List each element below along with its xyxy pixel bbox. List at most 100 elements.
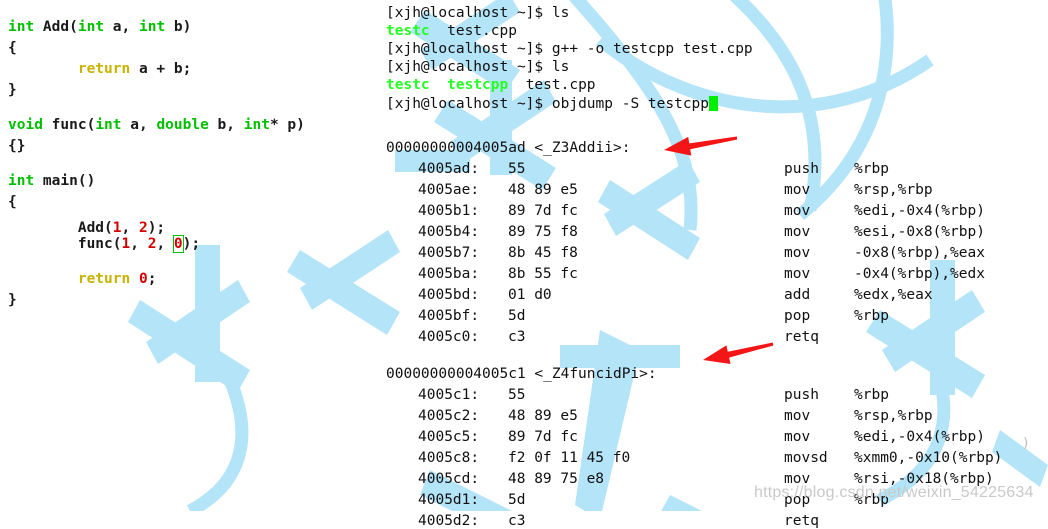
instruction-address: 4005b7: [418, 245, 480, 261]
disassembly-function-header: 00000000004005c1 <_Z4funcidPi>: [386, 366, 657, 382]
instruction-operands: %rsp,%rbp [854, 408, 933, 424]
terminal-cursor [709, 96, 719, 111]
instruction-bytes: 5d [508, 492, 526, 508]
instruction-address: 4005b4: [418, 224, 480, 240]
code-token: a + b; [130, 61, 192, 77]
code-token: ; [147, 271, 157, 287]
instruction-mnemonic: mov [784, 408, 811, 424]
shell-prompt: [xjh@localhost ~]$ [386, 59, 552, 75]
instruction-bytes: 48 89 75 e8 [508, 471, 605, 487]
code-token: int [138, 19, 166, 35]
code-token: func( [8, 236, 122, 252]
instruction-bytes: 01 d0 [508, 287, 552, 303]
source-code-editor[interactable]: int Add(int a, int b) { return a + b;} voi… [0, 0, 380, 511]
instruction-mnemonic: mov [784, 224, 811, 240]
code-token: int [77, 19, 105, 35]
instruction-mnemonic: retq [784, 513, 819, 529]
instruction-mnemonic: mov [784, 182, 811, 198]
code-token: , [156, 236, 174, 252]
code-token: 0 [138, 271, 148, 287]
instruction-operands: %edx,%eax [854, 287, 933, 303]
code-token: } [8, 82, 17, 98]
instruction-operands: %xmm0,-0x10(%rbp) [854, 450, 1003, 466]
stray-paren-artifact: ) [1022, 436, 1030, 451]
instruction-bytes: f2 0f 11 45 f0 [508, 450, 631, 466]
disassembly-function-header: 00000000004005ad <_Z3Addii>: [386, 140, 631, 156]
instruction-address: 4005ba: [418, 266, 480, 282]
code-token: * p) [269, 117, 305, 133]
code-token: double [156, 117, 209, 133]
code-line: return 0; [8, 271, 157, 287]
code-token: main() [34, 173, 96, 189]
code-token: {} [8, 138, 26, 154]
code-token: { [8, 194, 17, 210]
instruction-address: 4005c1: [418, 387, 480, 403]
code-token: 2 [138, 220, 148, 236]
terminal-command-line: [xjh@localhost ~]$ ls [386, 6, 569, 21]
instruction-bytes: 55 [508, 387, 526, 403]
instruction-bytes: 55 [508, 161, 526, 177]
shell-command: ls [551, 59, 570, 75]
instruction-mnemonic: push [784, 161, 819, 177]
shell-command: g++ -o testcpp test.cpp [551, 41, 753, 57]
instruction-operands: %rbp [854, 387, 889, 403]
code-token: 1 [121, 236, 131, 252]
code-token: a, [121, 117, 157, 133]
code-line: { [8, 41, 17, 56]
instruction-mnemonic: retq [784, 329, 819, 345]
code-token: int [8, 173, 35, 189]
code-token: Add( [34, 19, 78, 35]
instruction-mnemonic: pop [784, 308, 811, 324]
code-token: int [95, 117, 122, 133]
instruction-mnemonic: mov [784, 429, 811, 445]
instruction-operands: -0x4(%rbp),%edx [854, 266, 985, 282]
instruction-address: 4005d1: [418, 492, 480, 508]
executable-filename: testcpp [447, 77, 509, 93]
instruction-mnemonic: movsd [784, 450, 828, 466]
instruction-mnemonic: add [784, 287, 811, 303]
terminal-command-line: [xjh@localhost ~]$ objdump -S testcpp [386, 96, 719, 112]
instruction-mnemonic: mov [784, 245, 811, 261]
highlighted-token: 0 [172, 235, 184, 253]
instruction-bytes: 48 89 e5 [508, 408, 578, 424]
code-line: return a + b; [8, 61, 192, 77]
executable-filename: testc [386, 77, 430, 93]
terminal-output-pane[interactable]: [xjh@localhost ~]$ ls testc test.cpp [xjh@… [386, 0, 1048, 528]
code-token: void [8, 117, 43, 133]
code-token: int [8, 19, 35, 35]
code-token: ); [147, 220, 166, 236]
instruction-operands: %rsp,%rbp [854, 182, 933, 198]
csdn-url-watermark: https://blog.csdn.net/weixin_54225634 [754, 484, 1034, 501]
code-token: 1 [112, 220, 122, 236]
shell-command: objdump -S testcpp [551, 96, 710, 112]
code-token: ); [182, 236, 201, 252]
code-token: return [77, 271, 131, 287]
instruction-bytes: 5d [508, 308, 526, 324]
executable-filename: testc [386, 23, 430, 39]
code-line: int Add(int a, int b) [8, 20, 191, 35]
terminal-text: test.cpp [429, 23, 517, 39]
instruction-bytes: c3 [508, 513, 526, 529]
instruction-address: 4005c0: [418, 329, 480, 345]
code-token: func( [42, 117, 96, 133]
code-line: func(1, 2, 0); [8, 235, 201, 253]
instruction-bytes: 89 7d fc [508, 203, 578, 219]
code-line: {} [8, 139, 25, 154]
code-token: { [8, 40, 17, 56]
instruction-bytes: 89 7d fc [508, 429, 578, 445]
code-line: } [8, 293, 17, 308]
instruction-address: 4005bf: [418, 308, 480, 324]
instruction-operands: -0x8(%rbp),%eax [854, 245, 985, 261]
code-token: a, [104, 19, 139, 35]
instruction-mnemonic: push [784, 387, 819, 403]
terminal-output-line: testc test.cpp [386, 24, 517, 39]
shell-prompt: [xjh@localhost ~]$ [386, 5, 552, 21]
terminal-command-line: [xjh@localhost ~]$ ls [386, 60, 569, 75]
code-token: int [243, 117, 270, 133]
instruction-mnemonic: mov [784, 266, 811, 282]
shell-prompt: [xjh@localhost ~]$ [386, 96, 552, 112]
instruction-address: 4005cd: [418, 471, 480, 487]
